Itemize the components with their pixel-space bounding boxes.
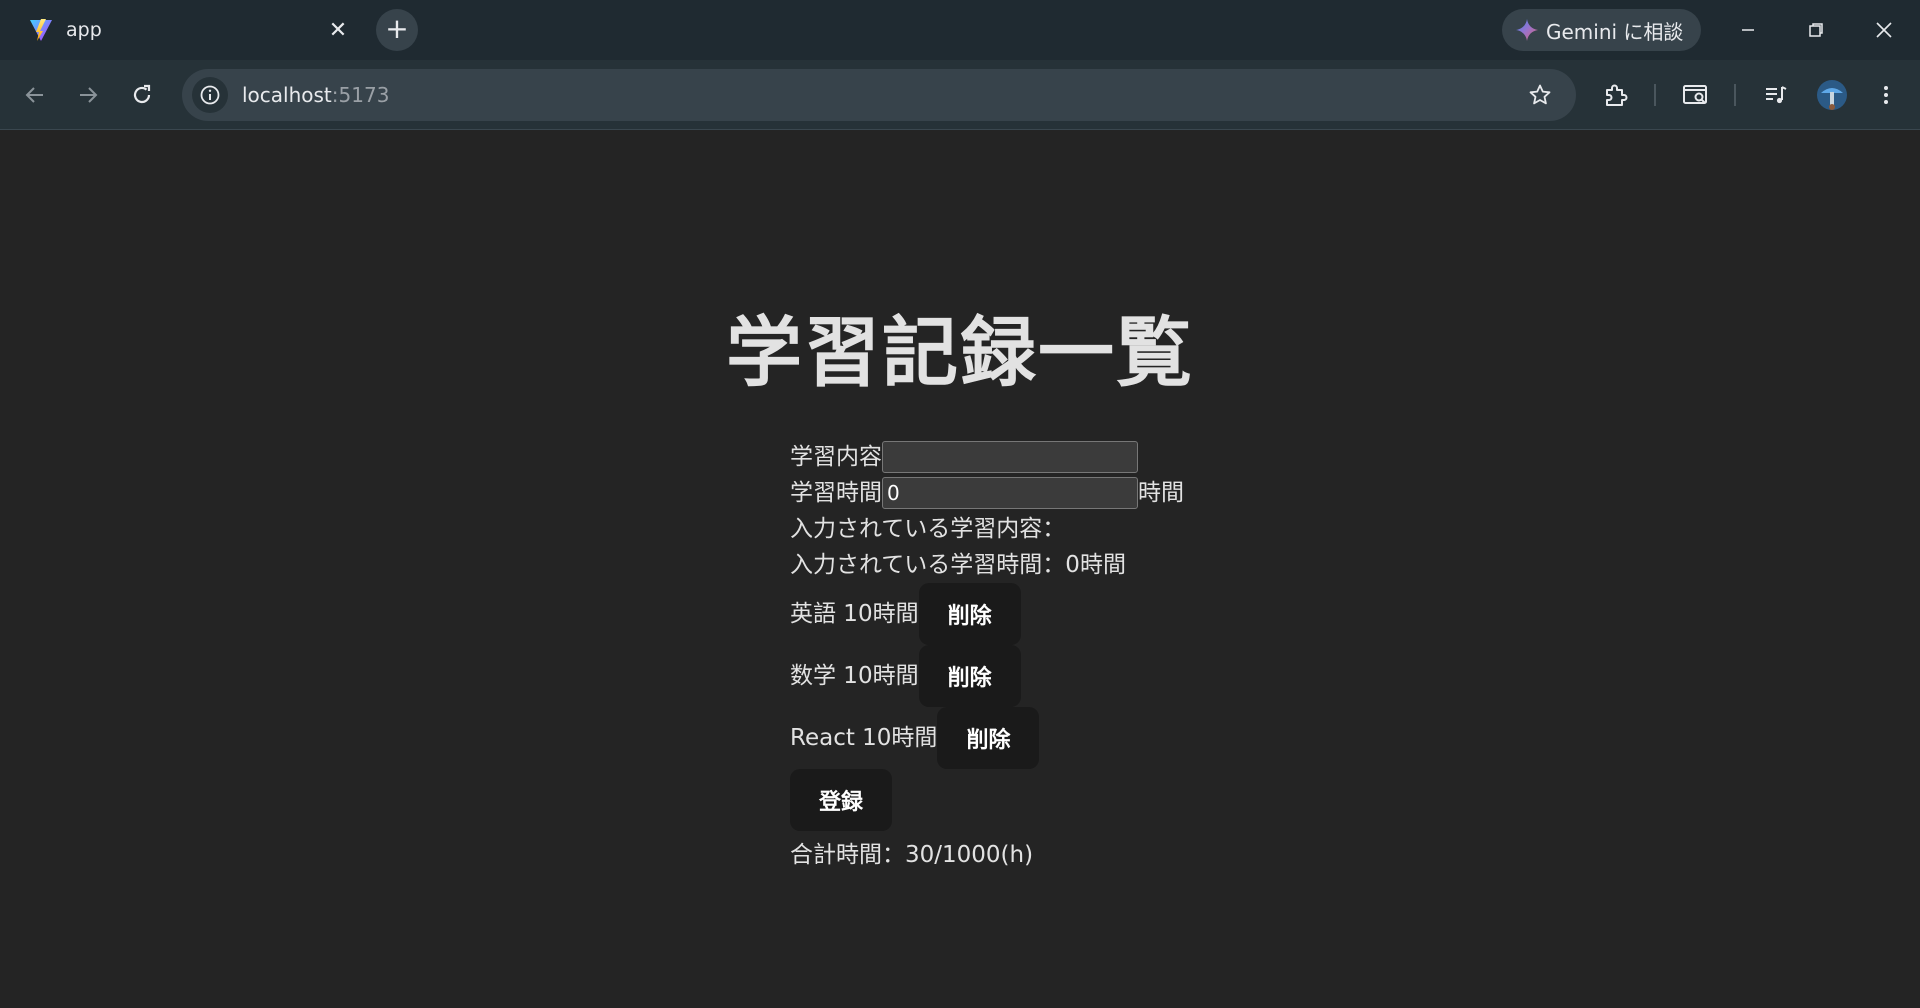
url-port: :5173 [331,83,390,107]
browser-toolbar: localhost:5173 [0,60,1920,130]
entered-time-text: 入力されている学習時間：0時間 [790,552,1126,578]
search-tab-button[interactable] [1678,77,1714,113]
gemini-sparkle-icon [1516,19,1538,41]
tab-search-icon [1683,85,1707,104]
media-control-button[interactable] [1758,77,1794,113]
toolbar-separator [1654,84,1656,106]
gemini-label: Gemini に相談 [1546,19,1684,44]
record-text: 数学 10時間 [790,663,919,689]
new-tab-button[interactable]: + [376,9,418,51]
vite-logo-icon [30,19,52,41]
entered-content-text: 入力されている学習内容： [790,516,1066,542]
content-input[interactable] [882,441,1138,473]
gemini-button[interactable]: Gemini に相談 [1502,9,1702,51]
content-label: 学習内容 [790,444,882,470]
info-icon [200,85,220,105]
delete-button[interactable]: 削除 [918,645,1021,707]
register-button[interactable]: 登録 [790,769,893,831]
restore-icon [1809,23,1823,37]
delete-button[interactable]: 削除 [918,583,1021,645]
minimize-icon [1742,29,1754,31]
record-text: 英語 10時間 [790,601,919,627]
close-icon [1876,22,1892,38]
bookmark-star-button[interactable] [1524,79,1556,111]
time-label: 学習時間 [790,480,882,506]
browser-tab[interactable]: app ✕ [10,6,364,54]
time-unit: 時間 [1138,480,1184,506]
menu-button[interactable] [1868,77,1904,113]
puzzle-icon [1606,84,1628,106]
site-info-icon[interactable] [192,77,228,113]
study-form: 学習内容 学習時間 時間 入力されている学習内容： 入力されている学習時間：0時… [790,439,1310,873]
delete-button[interactable]: 削除 [937,707,1040,769]
arrow-left-icon [25,87,43,103]
music-queue-icon [1766,86,1787,104]
close-window-button[interactable] [1858,8,1910,52]
address-bar[interactable]: localhost:5173 [182,69,1576,121]
reload-button[interactable] [121,74,163,116]
total-time-text: 合計時間：30/1000(h) [790,842,1034,868]
tab-close-icon[interactable]: ✕ [324,16,352,44]
page-viewport: 学習記録一覧 学習内容 学習時間 時間 入力されている学習内容： 入力されている… [0,131,1920,1008]
star-icon [1529,84,1551,105]
more-vert-icon [1884,86,1888,104]
profile-avatar[interactable] [1814,77,1850,113]
record-text: React 10時間 [790,725,938,751]
record-row: 英語 10時間 削除 [790,583,1310,645]
time-row: 学習時間 時間 [790,475,1310,511]
back-button[interactable] [14,74,56,116]
extensions-button[interactable] [1598,77,1634,113]
content-row: 学習内容 [790,439,1310,475]
record-row: 数学 10時間 削除 [790,645,1310,707]
page-title: 学習記録一覧 [726,308,1194,397]
url-host: localhost [242,83,332,107]
toolbar-separator [1734,84,1736,106]
time-input[interactable] [882,477,1138,509]
url-text: localhost:5173 [242,83,389,107]
register-row: 登録 [790,769,1310,831]
forward-button[interactable] [67,74,109,116]
restore-button[interactable] [1790,8,1842,52]
record-row: React 10時間 削除 [790,707,1310,769]
reload-icon [133,84,151,104]
tab-strip: app ✕ + Gemini に相談 [0,0,1920,60]
tab-title: app [66,19,102,41]
avatar-icon [1817,80,1847,110]
arrow-right-icon [80,87,98,103]
minimize-button[interactable] [1722,8,1774,52]
